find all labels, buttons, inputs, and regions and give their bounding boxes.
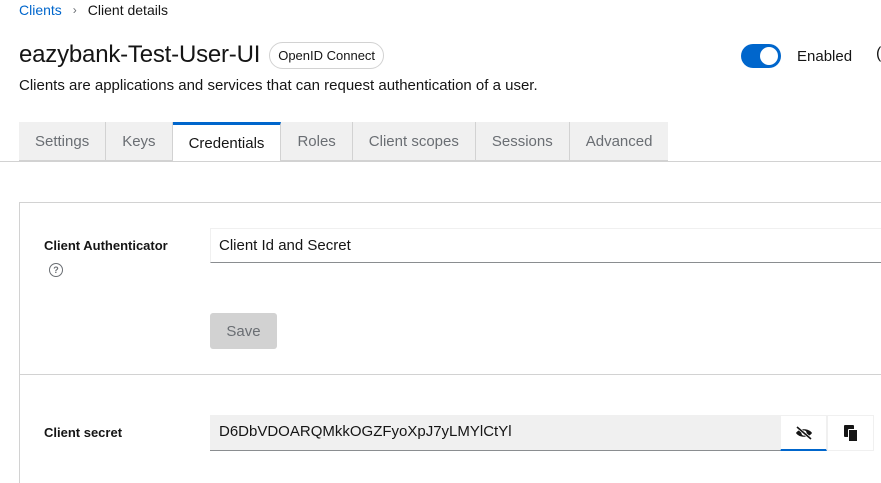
tab-settings[interactable]: Settings <box>19 122 107 161</box>
toggle-knob <box>760 47 778 65</box>
breadcrumb-separator: › <box>72 3 77 17</box>
copy-secret-button[interactable] <box>827 415 874 451</box>
breadcrumb-link-clients[interactable]: Clients <box>19 2 62 18</box>
client-secret-label: Client secret <box>44 425 123 440</box>
tab-credentials[interactable]: Credentials <box>172 122 282 161</box>
enabled-toggle[interactable] <box>741 44 781 68</box>
tab-advanced[interactable]: Advanced <box>569 122 669 161</box>
client-secret-field[interactable]: D6DbVDOARQMkkOGZFyoXpJ7yLMYlCtYl <box>210 415 780 451</box>
breadcrumb: Clients › Client details <box>19 2 168 18</box>
tab-bar: Settings Keys Credentials Roles Client s… <box>19 122 669 161</box>
toggle-secret-visibility-button[interactable] <box>780 415 827 451</box>
copy-icon <box>843 424 858 442</box>
tab-sessions[interactable]: Sessions <box>475 122 570 161</box>
page-subtitle: Clients are applications and services th… <box>19 77 538 94</box>
tab-keys[interactable]: Keys <box>106 122 173 161</box>
eye-slash-icon <box>795 425 812 440</box>
enabled-label: Enabled <box>797 47 853 65</box>
tab-client-scopes[interactable]: Client scopes <box>352 122 476 161</box>
title-row: eazybank-Test-User-UI OpenID Connect <box>19 41 385 69</box>
breadcrumb-current: Client details <box>87 2 168 18</box>
client-authenticator-label: Client Authenticator <box>44 238 168 253</box>
page-title: eazybank-Test-User-UI <box>19 41 261 68</box>
protocol-badge: OpenID Connect <box>269 41 385 69</box>
enabled-switch-group: Enabled <box>741 44 852 68</box>
tab-roles[interactable]: Roles <box>281 122 353 161</box>
action-menu-edge-icon[interactable]: ( <box>876 45 881 63</box>
tabs-divider <box>0 161 881 162</box>
client-authenticator-select[interactable]: Client Id and Secret <box>210 228 881 263</box>
help-icon[interactable]: ? <box>49 263 63 277</box>
save-button[interactable]: Save <box>210 313 277 349</box>
credentials-card: Client Authenticator ? Client Id and Sec… <box>19 202 881 483</box>
section-divider <box>20 374 881 375</box>
